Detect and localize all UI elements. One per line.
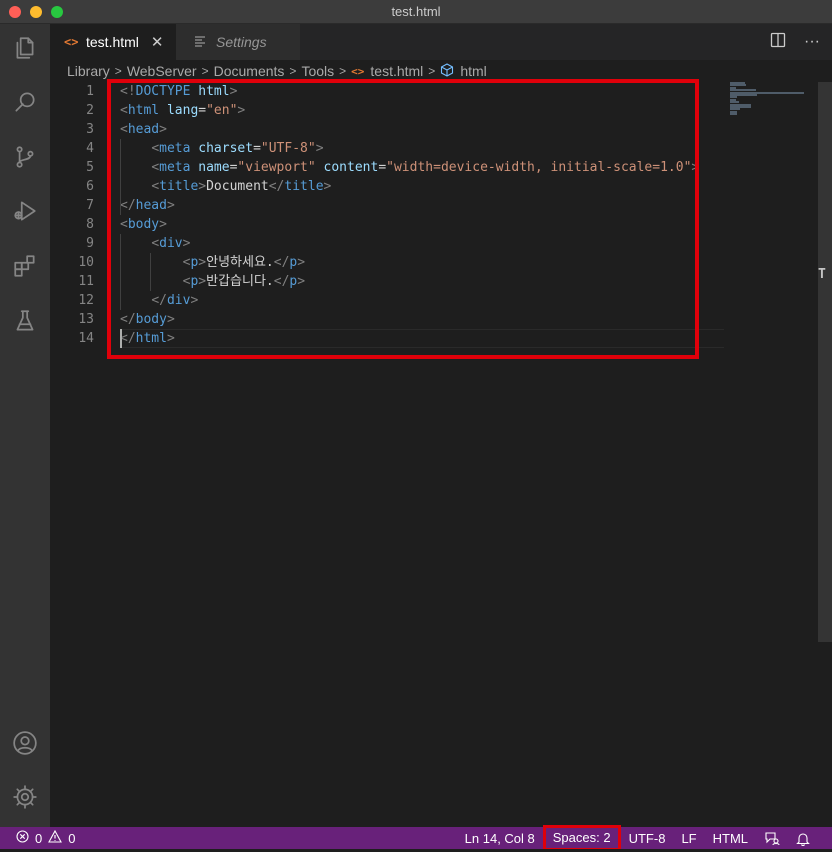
- problems-indicator[interactable]: 0 0: [16, 827, 75, 849]
- warning-count: 0: [68, 830, 76, 846]
- line-number: 1: [86, 84, 94, 99]
- minimap-line: [730, 113, 737, 116]
- cursor-position[interactable]: Ln 14, Col 8: [457, 827, 543, 849]
- breadcrumb-item[interactable]: Documents: [214, 63, 285, 79]
- line-number: 14: [78, 331, 94, 346]
- feedback-icon[interactable]: [756, 827, 788, 849]
- search-icon[interactable]: [0, 78, 50, 126]
- tab-label: Settings: [216, 34, 267, 50]
- split-editor-icon[interactable]: [770, 32, 786, 53]
- end-of-line[interactable]: LF: [673, 827, 704, 849]
- chevron-right-icon: >: [201, 64, 209, 78]
- line-number: 11: [78, 274, 94, 289]
- window-title: test.html: [391, 4, 441, 19]
- settings-list-icon: [194, 35, 208, 50]
- line-number: 13: [78, 312, 94, 327]
- scroll-marker-icon: T: [818, 267, 826, 282]
- breadcrumb-item[interactable]: WebServer: [127, 63, 197, 79]
- source-control-icon[interactable]: [0, 133, 50, 181]
- line-number: 12: [78, 293, 94, 308]
- line-number: 3: [86, 122, 94, 137]
- line-number: 8: [86, 217, 94, 232]
- warning-icon: [48, 829, 63, 846]
- status-bar: 0 0 Ln 14, Col 8 Spaces: 2 UTF-8 LF HTML: [0, 824, 832, 851]
- error-icon: [16, 830, 29, 846]
- tab-settings[interactable]: Settings: [176, 24, 300, 60]
- code-file-icon: <>: [64, 35, 79, 49]
- breadcrumb-item[interactable]: html: [460, 63, 486, 79]
- bell-icon[interactable]: [788, 827, 818, 849]
- extensions-icon[interactable]: [0, 242, 50, 290]
- tab-test-html[interactable]: <> test.html ✕: [50, 24, 176, 60]
- breadcrumb-item[interactable]: Tools: [301, 63, 334, 79]
- line-number: 6: [86, 179, 94, 194]
- files-icon[interactable]: [0, 24, 50, 72]
- breadcrumb-item[interactable]: Library: [67, 63, 110, 79]
- title-bar: test.html: [0, 0, 832, 24]
- error-count: 0: [35, 830, 43, 846]
- run-debug-icon[interactable]: [0, 187, 50, 235]
- chevron-right-icon: >: [289, 64, 297, 78]
- tab-label: test.html: [86, 34, 139, 50]
- indentation-spaces[interactable]: Spaces: 2: [542, 824, 621, 851]
- status-bar-right: Ln 14, Col 8 Spaces: 2 UTF-8 LF HTML: [457, 824, 818, 851]
- line-number: 5: [86, 160, 94, 175]
- close-icon[interactable]: ✕: [151, 33, 164, 51]
- testing-icon[interactable]: [0, 297, 50, 345]
- more-actions-button[interactable]: ···: [804, 33, 820, 51]
- line-number: 7: [86, 198, 94, 213]
- line-number: 10: [78, 255, 94, 270]
- line-number: 9: [86, 236, 94, 251]
- line-number: 4: [86, 141, 94, 156]
- minimap[interactable]: [728, 82, 818, 122]
- encoding[interactable]: UTF-8: [621, 827, 674, 849]
- highlight-box-code: [107, 79, 699, 359]
- tab-actions: ···: [770, 24, 820, 60]
- code-file-icon: <>: [351, 64, 365, 78]
- chevron-right-icon: >: [339, 64, 347, 78]
- vertical-scrollbar[interactable]: [818, 82, 832, 642]
- chevron-right-icon: >: [114, 64, 122, 78]
- line-number: 2: [86, 103, 94, 118]
- tab-bar: <> test.html ✕ Settings ···: [50, 24, 832, 60]
- chevron-right-icon: >: [428, 64, 436, 78]
- activity-bar: [0, 24, 50, 827]
- symbol-element-icon: [440, 62, 454, 80]
- language-mode[interactable]: HTML: [705, 827, 756, 849]
- account-icon[interactable]: [0, 719, 50, 767]
- breadcrumb-item[interactable]: test.html: [370, 63, 423, 79]
- gear-icon[interactable]: [0, 773, 50, 821]
